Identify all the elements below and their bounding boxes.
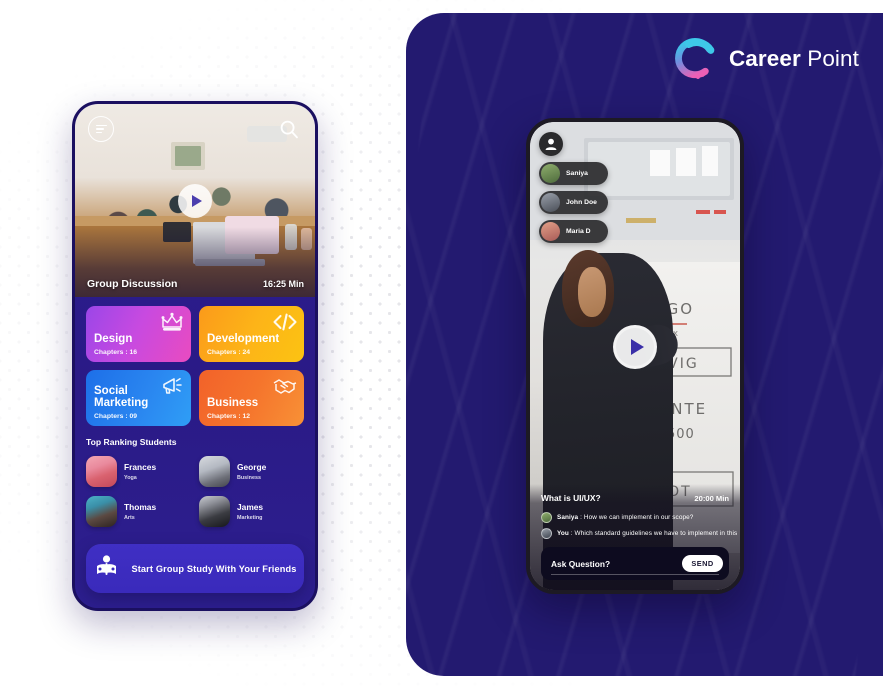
megaphone-icon — [159, 374, 185, 398]
section-title: Top Ranking Students — [86, 437, 177, 447]
video-duration: 20:00 Min — [694, 494, 729, 503]
avatar — [86, 496, 117, 527]
code-icon — [272, 310, 298, 334]
category-chapters: Chapters : 12 — [207, 413, 251, 420]
list-item[interactable]: Thomas Arts — [86, 496, 191, 527]
participant-name: John Doe — [566, 199, 597, 206]
career-point-arc-logo-icon — [673, 36, 720, 83]
video-title: What is UI/UX? — [541, 493, 601, 503]
hamburger-menu-icon[interactable] — [88, 116, 114, 142]
category-card-design[interactable]: Design Chapters : 16 — [86, 306, 191, 362]
student-name: Thomas — [124, 502, 157, 513]
avatar — [86, 456, 117, 487]
student-subject: Business — [237, 474, 261, 481]
search-icon[interactable] — [275, 115, 303, 143]
chat-message: Saniya : How we can implement in our sco… — [557, 514, 693, 521]
brand-name-bold: Career — [728, 46, 801, 72]
avatar — [541, 512, 552, 523]
category-name: Design — [94, 333, 133, 346]
student-subject: Marketing — [237, 514, 263, 521]
send-button[interactable]: SEND — [682, 555, 723, 572]
category-chapters: Chapters : 09 — [94, 413, 138, 420]
live-session-screen: LOGO 200 px NAVIG CONTE 500 FOOT — [530, 122, 740, 590]
category-name: Business — [207, 397, 259, 410]
right-phone-mockup: LOGO 200 px NAVIG CONTE 500 FOOT — [526, 118, 744, 594]
hero-meta: Group Discussion 16:25 Min — [87, 278, 304, 290]
student-name: Frances — [124, 462, 157, 473]
participant-name: Maria D — [566, 228, 591, 235]
category-chapters: Chapters : 16 — [94, 349, 138, 356]
avatar — [541, 193, 560, 212]
left-phone-mockup: Group Discussion 16:25 Min Design Chapte — [72, 101, 318, 611]
cta-label: Start Group Study With Your Friends — [131, 563, 297, 574]
person-reading-book-icon — [93, 554, 120, 583]
video-meta: What is UI/UX? 20:00 Min — [541, 493, 729, 503]
student-subject: Arts — [124, 514, 135, 521]
avatar — [199, 496, 230, 527]
hero-video-card[interactable]: Group Discussion 16:25 Min — [75, 104, 315, 297]
session-bottom-overlay: What is UI/UX? 20:00 Min Saniya : How we… — [530, 484, 740, 590]
category-grid: Design Chapters : 16 Development Chapter… — [75, 297, 315, 426]
chat-author: Saniya — [557, 514, 579, 521]
avatar — [541, 222, 560, 241]
chat-message: You : Which standard guidelines we have … — [557, 530, 737, 537]
participant-chip[interactable]: John Doe — [539, 191, 608, 214]
participant-chip[interactable]: Saniya — [539, 162, 608, 185]
avatar — [541, 164, 560, 183]
participant-chip[interactable]: Maria D — [539, 220, 608, 243]
ask-question-input[interactable] — [551, 558, 682, 569]
participant-name: Saniya — [566, 170, 588, 177]
handshake-icon — [272, 374, 298, 398]
category-card-business[interactable]: Business Chapters : 12 — [199, 370, 304, 426]
chat-author: You — [557, 530, 569, 537]
chat-text: Which standard guidelines we have to imp… — [574, 530, 738, 537]
list-item[interactable]: George Business — [199, 456, 304, 487]
participants-list: Saniya John Doe Maria D — [539, 132, 608, 243]
play-icon[interactable] — [613, 324, 657, 369]
category-chapters: Chapters : 24 — [207, 349, 251, 356]
student-name: George — [237, 462, 267, 473]
student-subject: Yoga — [124, 474, 137, 481]
play-icon[interactable] — [178, 183, 212, 218]
top-ranking-section: Top Ranking Students Frances Yoga George… — [75, 426, 315, 527]
student-name: James — [237, 502, 264, 513]
start-group-study-button[interactable]: Start Group Study With Your Friends — [86, 544, 304, 593]
category-name: Development — [207, 333, 280, 346]
chat-text: How we can implement in our scope? — [583, 514, 694, 521]
hero-title: Group Discussion — [87, 278, 178, 290]
list-item[interactable]: Frances Yoga — [86, 456, 191, 487]
list-item: Saniya : How we can implement in our sco… — [541, 512, 729, 523]
speaker-face — [577, 266, 607, 318]
home-screen: Group Discussion 16:25 Min Design Chapte — [75, 104, 315, 608]
avatar — [199, 456, 230, 487]
category-card-social-marketing[interactable]: Social Marketing Chapters : 09 — [86, 370, 191, 426]
brand-wordmark: Career Point — [729, 48, 859, 71]
ask-question-bar[interactable]: SEND — [541, 547, 729, 580]
chat-messages: Saniya : How we can implement in our sco… — [541, 512, 737, 539]
avatar — [541, 528, 552, 539]
list-item[interactable]: James Marketing — [199, 496, 304, 527]
brand-logo: Career Point — [673, 36, 859, 83]
host-avatar-icon[interactable] — [539, 132, 563, 156]
hero-duration: 16:25 Min — [262, 279, 304, 289]
ranking-grid: Frances Yoga George Business Thomas Arts… — [86, 456, 304, 527]
crown-icon — [159, 310, 185, 334]
input-underline — [551, 574, 719, 575]
brand-name-light: Point — [800, 46, 859, 72]
list-item: You : Which standard guidelines we have … — [541, 528, 737, 539]
category-card-development[interactable]: Development Chapters : 24 — [199, 306, 304, 362]
